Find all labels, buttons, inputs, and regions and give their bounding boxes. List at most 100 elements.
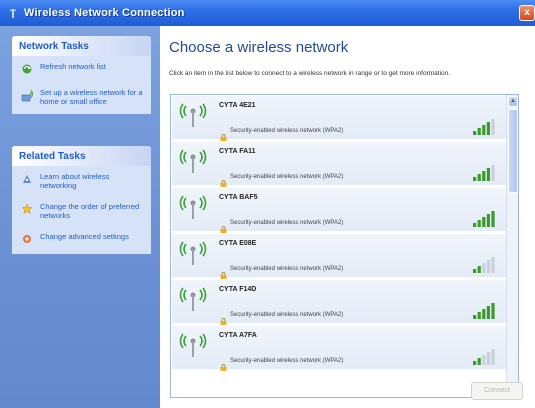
task-setup-network[interactable]: Set up a wireless network for a home or … bbox=[20, 88, 145, 106]
lock-icon bbox=[220, 128, 227, 141]
signal-bar bbox=[491, 119, 495, 135]
signal-bar bbox=[477, 128, 481, 135]
signal-bar bbox=[473, 315, 477, 319]
main-pane: Choose a wireless network Click an item … bbox=[160, 26, 535, 408]
scroll-up-button[interactable]: ▲ bbox=[508, 96, 518, 107]
network-ssid: CYTA BAF5 bbox=[219, 194, 258, 201]
task-label: Change the order of preferred networks bbox=[40, 202, 140, 220]
wireless-antenna-icon bbox=[178, 102, 208, 128]
signal-bar bbox=[477, 312, 481, 319]
signal-bar bbox=[473, 177, 477, 181]
setup-network-icon bbox=[20, 88, 34, 102]
task-label: Set up a wireless network for a home or … bbox=[40, 88, 143, 106]
signal-strength-icon bbox=[473, 165, 495, 181]
refresh-icon bbox=[20, 62, 34, 76]
network-ssid: CYTA E08E bbox=[219, 240, 257, 247]
task-change-order[interactable]: Change the order of preferred networks bbox=[20, 202, 145, 220]
info-icon bbox=[20, 172, 34, 186]
signal-bar bbox=[491, 349, 495, 365]
signal-bar bbox=[486, 306, 490, 319]
signal-bar bbox=[473, 131, 477, 135]
signal-bar bbox=[491, 257, 495, 273]
signal-bar bbox=[491, 165, 495, 181]
network-ssid: CYTA 4E21 bbox=[219, 102, 256, 109]
signal-bar bbox=[482, 125, 486, 135]
window-title: Wireless Network Connection bbox=[24, 7, 185, 19]
lock-icon bbox=[220, 220, 227, 233]
wireless-antenna-icon bbox=[178, 332, 208, 358]
task-label: Learn about wireless networking bbox=[40, 172, 110, 190]
network-ssid: CYTA A7FA bbox=[219, 332, 257, 339]
network-security: Security-enabled wireless network (WPA2) bbox=[230, 312, 344, 318]
signal-bar bbox=[477, 266, 481, 273]
network-security: Security-enabled wireless network (WPA2) bbox=[230, 266, 344, 272]
lock-icon bbox=[220, 358, 227, 371]
signal-strength-icon bbox=[473, 119, 495, 135]
close-button[interactable]: x bbox=[519, 5, 535, 21]
lock-icon bbox=[220, 312, 227, 325]
signal-strength-icon bbox=[473, 303, 495, 319]
network-security: Security-enabled wireless network (WPA2) bbox=[230, 220, 344, 226]
network-rows: CYTA 4E21 Security-enabled wireless netwo… bbox=[171, 95, 507, 397]
signal-bar bbox=[482, 217, 486, 227]
connect-button[interactable]: Connect bbox=[471, 382, 523, 400]
network-tasks-box: Network Tasks Refresh network list Set u… bbox=[12, 36, 151, 114]
page-title: Choose a wireless network bbox=[169, 39, 349, 56]
signal-bar bbox=[486, 168, 490, 181]
related-tasks-box: Related Tasks Learn about wireless netwo… bbox=[12, 146, 151, 254]
network-security: Security-enabled wireless network (WPA2) bbox=[230, 358, 344, 364]
network-row[interactable]: CYTA 4E21 Security-enabled wireless netwo… bbox=[172, 96, 506, 141]
settings-icon bbox=[20, 232, 34, 246]
network-row[interactable]: CYTA E08E Security-enabled wireless netwo… bbox=[172, 234, 506, 279]
task-label: Change advanced settings bbox=[40, 232, 129, 241]
signal-bar bbox=[482, 309, 486, 319]
signal-bar bbox=[482, 355, 486, 365]
signal-strength-icon bbox=[473, 257, 495, 273]
title-bar[interactable]: Wireless Network Connection x bbox=[0, 0, 535, 26]
signal-bar bbox=[486, 260, 490, 273]
signal-bar bbox=[491, 211, 495, 227]
signal-bar bbox=[486, 214, 490, 227]
lock-icon bbox=[220, 266, 227, 279]
signal-strength-icon bbox=[473, 211, 495, 227]
task-advanced-settings[interactable]: Change advanced settings bbox=[20, 232, 145, 246]
task-label: Refresh network list bbox=[40, 62, 106, 71]
scroll-thumb[interactable] bbox=[508, 109, 518, 193]
signal-bar bbox=[473, 361, 477, 365]
signal-bar bbox=[482, 171, 486, 181]
signal-bar bbox=[477, 220, 481, 227]
network-row[interactable]: CYTA F14D Security-enabled wireless netwo… bbox=[172, 280, 506, 325]
instructions-text: Click an item in the list below to conne… bbox=[169, 70, 451, 77]
network-row[interactable]: CYTA BAF5 Security-enabled wireless netwo… bbox=[172, 188, 506, 233]
task-pane: Network Tasks Refresh network list Set u… bbox=[0, 26, 160, 408]
scrollbar[interactable]: ▲ ▼ bbox=[506, 95, 518, 397]
wireless-network-window: Wireless Network Connection x Network Ta… bbox=[0, 0, 535, 408]
star-icon bbox=[20, 202, 34, 216]
wireless-antenna-icon bbox=[178, 194, 208, 220]
signal-bar bbox=[477, 358, 481, 365]
signal-bar bbox=[473, 269, 477, 273]
network-ssid: CYTA FA11 bbox=[219, 148, 256, 155]
signal-bar bbox=[482, 263, 486, 273]
wireless-antenna-icon bbox=[178, 148, 208, 174]
signal-bar bbox=[486, 122, 490, 135]
wireless-antenna-icon bbox=[178, 286, 208, 312]
network-tasks-header[interactable]: Network Tasks bbox=[12, 36, 151, 56]
signal-bar bbox=[486, 352, 490, 365]
network-ssid: CYTA F14D bbox=[219, 286, 257, 293]
network-list[interactable]: CYTA 4E21 Security-enabled wireless netwo… bbox=[170, 94, 519, 398]
network-security: Security-enabled wireless network (WPA2) bbox=[230, 174, 344, 180]
network-row[interactable]: CYTA A7FA Security-enabled wireless netwo… bbox=[172, 326, 506, 371]
network-security: Security-enabled wireless network (WPA2) bbox=[230, 128, 344, 134]
signal-bar bbox=[477, 174, 481, 181]
wireless-antenna-icon bbox=[178, 240, 208, 266]
wireless-icon bbox=[7, 7, 19, 19]
signal-strength-icon bbox=[473, 349, 495, 365]
related-tasks-header[interactable]: Related Tasks bbox=[12, 146, 151, 166]
lock-icon bbox=[220, 174, 227, 187]
signal-bar bbox=[491, 303, 495, 319]
signal-bar bbox=[473, 223, 477, 227]
task-refresh-network-list[interactable]: Refresh network list bbox=[20, 62, 145, 76]
task-learn-wireless[interactable]: Learn about wireless networking bbox=[20, 172, 145, 190]
network-row[interactable]: CYTA FA11 Security-enabled wireless netwo… bbox=[172, 142, 506, 187]
